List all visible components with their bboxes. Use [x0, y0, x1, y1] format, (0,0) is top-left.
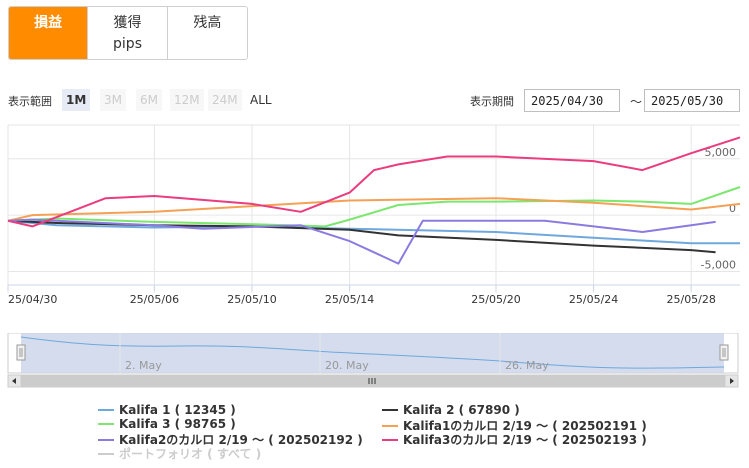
x-tick-label: 25/05/20 [471, 293, 520, 306]
navigator-label: 26. May [505, 359, 549, 372]
x-axis-ticks: 25/04/30 25/05/06 25/05/10 25/05/14 25/05/20… [7, 284, 740, 306]
navigator-label: 2. May [125, 359, 162, 372]
range-button-1m[interactable]: 1M [62, 89, 91, 111]
legend-item[interactable]: Kalifa 1 ( 12345 ) [98, 403, 236, 417]
navigator-left-handle[interactable] [16, 344, 26, 361]
legend-swatch [98, 409, 114, 411]
legend-item[interactable]: Kalifa 2 ( 67890 ) [382, 403, 520, 417]
tab-pips[interactable]: 獲得 pips [88, 7, 168, 59]
x-tick-label: 25/05/06 [130, 293, 179, 306]
range-button-all[interactable]: ALL [246, 89, 276, 111]
legend-swatch [98, 452, 114, 455]
tab-pnl[interactable]: 損益 [9, 7, 89, 59]
scroll-left-button[interactable] [7, 374, 22, 388]
range-label: 表示範囲 [8, 95, 52, 108]
legend-swatch [382, 409, 398, 411]
tab-pnl-label: 損益 [34, 15, 63, 31]
x-tick-label: 25/05/28 [666, 293, 715, 306]
x-tick-label: 25/05/10 [227, 293, 276, 306]
legend-item-label: ポートフォリオ ( すべて ) [119, 447, 262, 461]
y-tick-label: -5,000 [701, 258, 736, 271]
range-button-12m[interactable]: 12M [170, 89, 204, 111]
legend-item-label: Kalifa 2 ( 67890 ) [403, 403, 520, 417]
period-label: 表示期間 [470, 95, 514, 108]
pnl-line-chart: 5,0000-5,000 25/04/30 25/05/06 25/05/10 25/… [7, 124, 741, 306]
legend-item-label: Kalifa 1 ( 12345 ) [119, 403, 236, 417]
navigator-label: 20. May [325, 359, 369, 372]
legend-item[interactable]: Kalifa3のカルロ 2/19 ～ ( 202502193 ) [382, 431, 647, 448]
chart-grid [7, 124, 740, 293]
legend-swatch [382, 424, 398, 427]
range-navigator[interactable]: 2. May 20. May 26. May [0, 333, 749, 389]
range-button-3m[interactable]: 3M [100, 89, 126, 111]
period-to-input[interactable] [644, 89, 740, 112]
legend-item-label: Kalifa 3 ( 98765 ) [119, 417, 236, 431]
navigator-right-handle[interactable] [719, 344, 729, 361]
range-button-24m[interactable]: 24M [208, 89, 242, 111]
view-tabs: 損益 獲得 pips 残高 [8, 6, 248, 60]
legend-swatch [98, 438, 114, 441]
tab-pips-label: 獲得 [113, 15, 142, 31]
tab-balance[interactable]: 残高 [167, 7, 247, 59]
period-separator: ～ [630, 95, 643, 109]
chart-series [7, 136, 741, 265]
x-tick-label: 25/04/30 [8, 293, 57, 306]
legend-swatch [98, 423, 114, 425]
legend-swatch [382, 438, 398, 441]
range-button-6m[interactable]: 6M [136, 89, 162, 111]
legend-item[interactable]: ポートフォリオ ( すべて ) [98, 445, 261, 462]
x-tick-label: 25/05/14 [325, 293, 374, 306]
legend-item-label: Kalifa3のカルロ 2/19 ～ ( 202502193 ) [403, 433, 647, 447]
tab-pips-sublabel: pips [113, 36, 142, 52]
period-from-input[interactable] [524, 89, 620, 112]
scroll-right-button[interactable] [724, 374, 739, 388]
legend-item[interactable]: Kalifa 3 ( 98765 ) [98, 417, 236, 431]
tab-balance-label: 残高 [193, 15, 222, 31]
x-tick-label: 25/05/24 [569, 293, 618, 306]
series-line[interactable] [7, 186, 741, 228]
